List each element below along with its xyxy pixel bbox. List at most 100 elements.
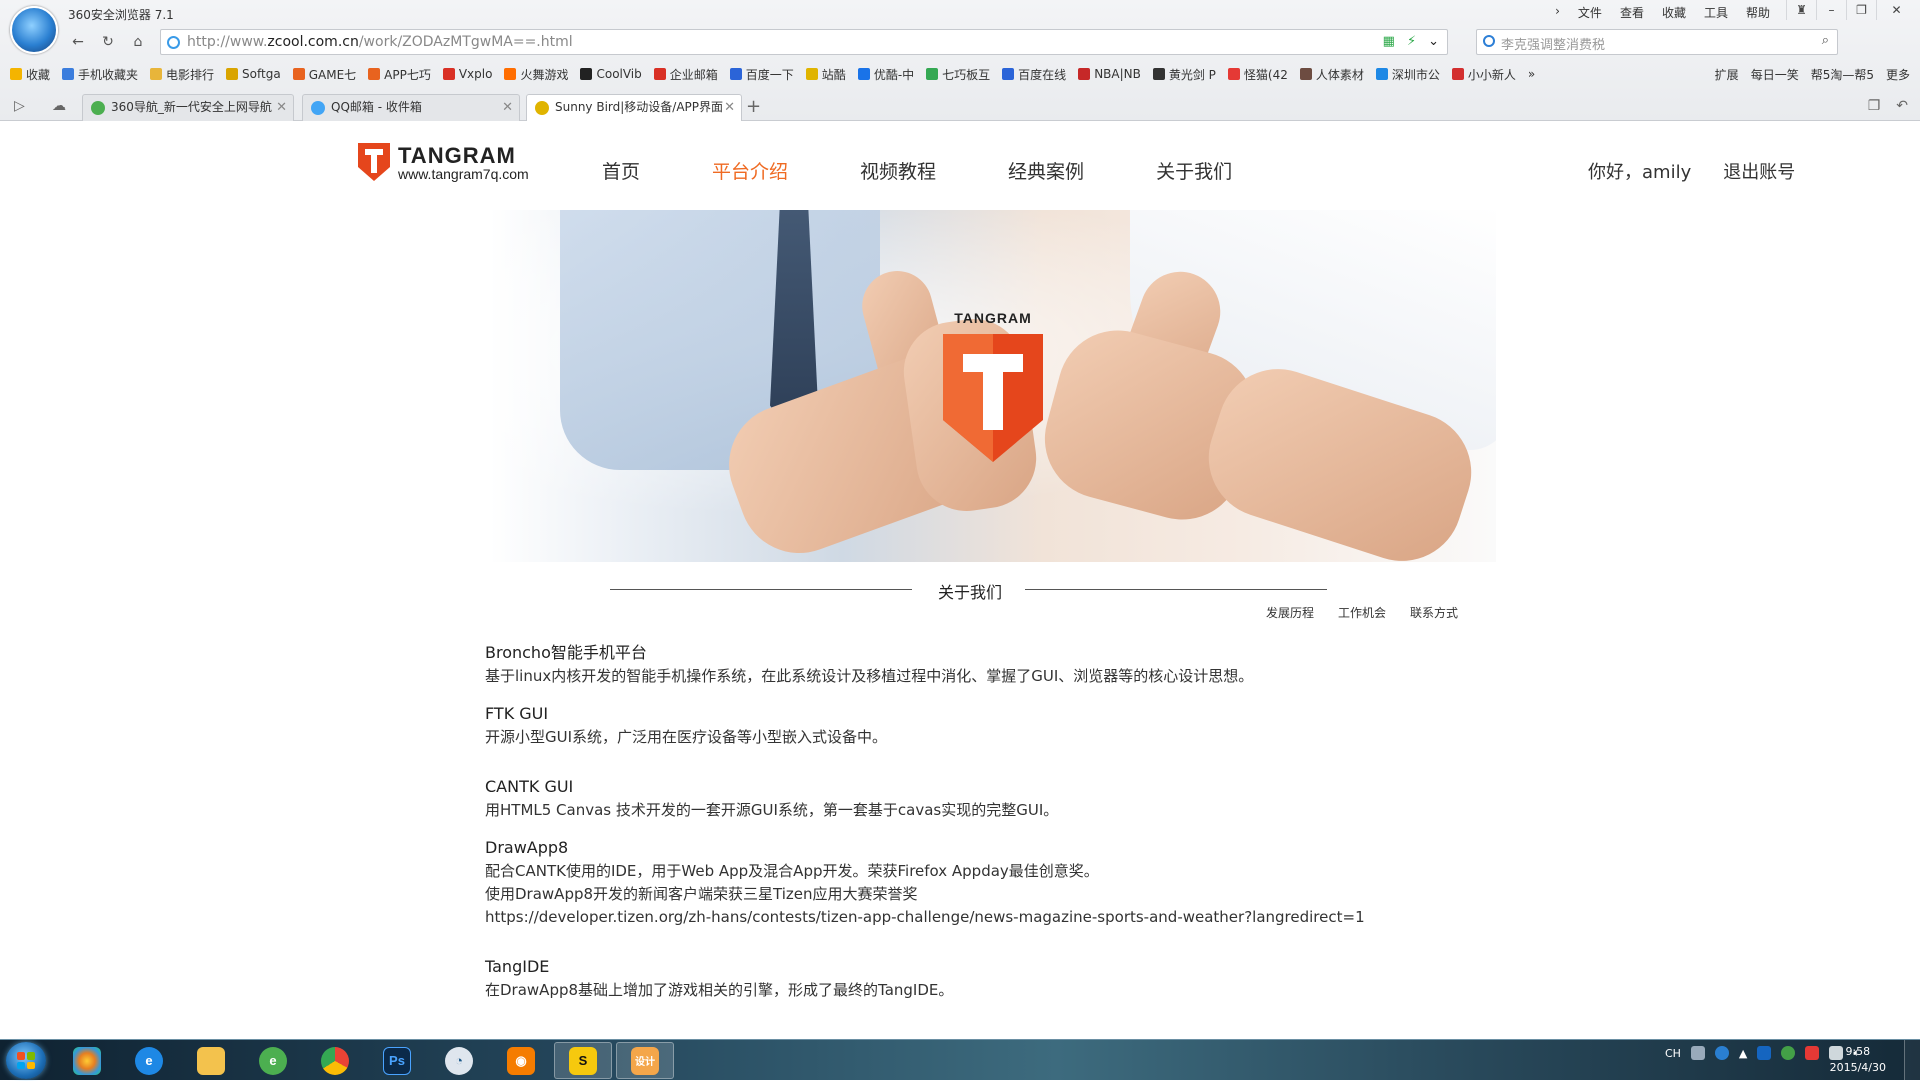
menu-help[interactable]: 帮助 [1746,4,1770,21]
user-avatar[interactable] [10,6,58,54]
logo-name: TANGRAM [398,142,516,168]
bookmark-item[interactable]: 火舞游戏 [504,66,568,83]
refresh-button[interactable]: ↻ [96,31,120,53]
bookmark-item[interactable]: 小小新人 [1451,66,1516,83]
tab-360-nav[interactable]: 360导航_新一代安全上网导航 ✕ [82,94,294,121]
tab-sunny-bird[interactable]: Sunny Bird|移动设备/APP界面 ✕ [526,94,742,122]
search-go-icon[interactable]: ⌕ [1822,33,1829,48]
menu-file[interactable]: 文件 [1578,4,1602,21]
user-greeting[interactable]: 你好，amily [1588,158,1691,184]
site-logo[interactable]: TANGRAM www.tangram7q.com [356,141,529,183]
security-360-icon[interactable] [1781,1046,1796,1060]
menu-tools[interactable]: 工具 [1704,4,1728,21]
bookmark-item[interactable]: 百度在线 [1002,66,1066,83]
taskbar-app-camera[interactable]: ◉ [492,1042,550,1079]
tray-language[interactable]: CH [1665,1047,1681,1060]
taskbar-app-photoshop[interactable]: Ps [368,1042,426,1079]
bookmark-item[interactable]: 深圳市公 [1375,66,1440,83]
tangram-logo-icon [358,143,390,181]
bookmark-item[interactable]: APP七巧 [368,66,431,83]
new-tab-button[interactable]: + [746,96,761,117]
maximize-button[interactable]: ❐ [1846,0,1876,20]
extension-item[interactable]: 扩展 [1715,66,1739,83]
extension-item[interactable]: 更多 [1886,66,1910,83]
bookmarks-overflow-icon[interactable]: » [1528,67,1535,81]
speed-mode-icon[interactable]: ⚡ [1407,34,1416,49]
bookmark-item[interactable]: 优酷-中 [857,66,914,83]
nav-about[interactable]: 关于我们 [1156,157,1232,184]
taskbar-app-chrome[interactable] [306,1042,364,1079]
back-button[interactable]: ← [66,31,90,53]
bookmark-label: 百度在线 [1018,67,1067,82]
tab-close-icon[interactable]: ✕ [276,95,287,120]
tab-qq-mail[interactable]: QQ邮箱 - 收件箱 ✕ [302,94,520,121]
subnav-jobs[interactable]: 工作机会 [1338,604,1386,621]
taskbar-app-sogou[interactable]: S [554,1042,612,1079]
nav-cases[interactable]: 经典案例 [1008,157,1084,184]
product-link[interactable]: https://developer.tizen.org/zh-hans/cont… [485,906,1505,929]
start-button[interactable] [6,1042,46,1079]
bookmark-item[interactable]: Softga [226,67,281,81]
qq-icon: ◔ [445,1046,473,1075]
bookmark-item[interactable]: 怪猫(42 [1227,66,1288,83]
taskbar-app-explorer[interactable] [182,1042,240,1079]
address-bar[interactable]: http://www.zcool.com.cn/work/ZODAzMTgwMA… [160,29,1448,55]
bookmark-item[interactable]: 百度一下 [729,66,794,83]
bookmark-item[interactable]: NBA|NB [1078,67,1141,81]
dropdown-chevron-icon[interactable]: ⌄ [1428,34,1439,49]
sogou-icon: S [569,1046,597,1075]
cloud-icon[interactable]: ☁ [52,98,66,114]
close-window-button[interactable]: ✕ [1876,0,1916,20]
restore-tabs-icon[interactable]: ❐ [1868,98,1881,114]
menu-favorites[interactable]: 收藏 [1662,4,1686,21]
extension-item[interactable]: 帮5淘—帮5 [1811,66,1874,83]
taskbar-app-design[interactable]: 设计 [616,1042,674,1079]
show-desktop-button[interactable] [1904,1040,1920,1081]
product-description: 开源小型GUI系统，广泛用在医疗设备等小型嵌入式设备中。 [485,728,888,746]
taskbar-app-media[interactable] [58,1042,116,1079]
subnav-history[interactable]: 发展历程 [1266,604,1314,621]
minimize-button[interactable]: – [1816,0,1846,20]
logout-link[interactable]: 退出账号 [1723,158,1795,184]
address-text[interactable]: http://www.zcool.com.cn/work/ZODAzMTgwMA… [187,34,573,50]
nav-video-tutorials[interactable]: 视频教程 [860,157,936,184]
system-clock[interactable]: 9:58 2015/4/30 [1830,1044,1886,1076]
taskbar-app-qq[interactable]: ◔ [430,1042,488,1079]
tab-close-icon[interactable]: ✕ [724,95,735,120]
menu-arrow-icon[interactable]: › [1555,4,1560,21]
bookmark-item[interactable]: Vxplo [442,67,492,81]
action-center-icon[interactable] [1805,1046,1820,1060]
sidebar-toggle-icon[interactable]: ▷ [14,98,25,114]
tab-close-icon[interactable]: ✕ [502,95,513,120]
bookmark-item[interactable]: GAME七 [292,66,356,83]
search-box[interactable]: 李克强调整消费税 ⌕ [1476,29,1838,55]
extension-item[interactable]: 每日一笑 [1751,66,1799,83]
bookmark-item[interactable]: 人体素材 [1299,66,1364,83]
bookmark-item[interactable]: 站酷 [805,66,846,83]
home-button[interactable]: ⌂ [126,31,150,53]
qr-code-icon[interactable]: ▦ [1383,34,1395,49]
undo-close-icon[interactable]: ↶ [1896,98,1908,114]
skin-icon[interactable]: ♜ [1786,0,1816,20]
bookmark-favicon-icon [1078,68,1091,80]
help-icon[interactable] [1714,1046,1729,1060]
keyboard-icon[interactable] [1690,1046,1705,1060]
taskbar-app-360-browser[interactable]: e [244,1042,302,1079]
bookmark-item[interactable]: 收藏 [10,66,50,83]
bookmark-item[interactable]: CoolVib [580,67,642,81]
bookmark-item[interactable]: 七巧板互 [926,66,990,83]
bookmark-item[interactable]: 企业邮箱 [653,66,718,83]
nav-platform[interactable]: 平台介绍 [712,157,788,184]
bluetooth-icon[interactable] [1757,1046,1772,1060]
taskbar-app-ie[interactable]: e [120,1042,178,1079]
file-explorer-icon [197,1046,225,1075]
tab-favicon-icon [91,101,105,115]
bookmark-item[interactable]: 手机收藏夹 [62,66,138,83]
tray-expand-icon[interactable]: ▲ [1739,1047,1747,1060]
bookmark-item[interactable]: 电影排行 [150,66,214,83]
bookmark-item[interactable]: 黄光剑 P [1152,66,1216,83]
search-input[interactable]: 李克强调整消费税 [1501,34,1605,53]
nav-home[interactable]: 首页 [602,157,640,184]
menu-view[interactable]: 查看 [1620,4,1644,21]
subnav-contact[interactable]: 联系方式 [1410,604,1458,621]
